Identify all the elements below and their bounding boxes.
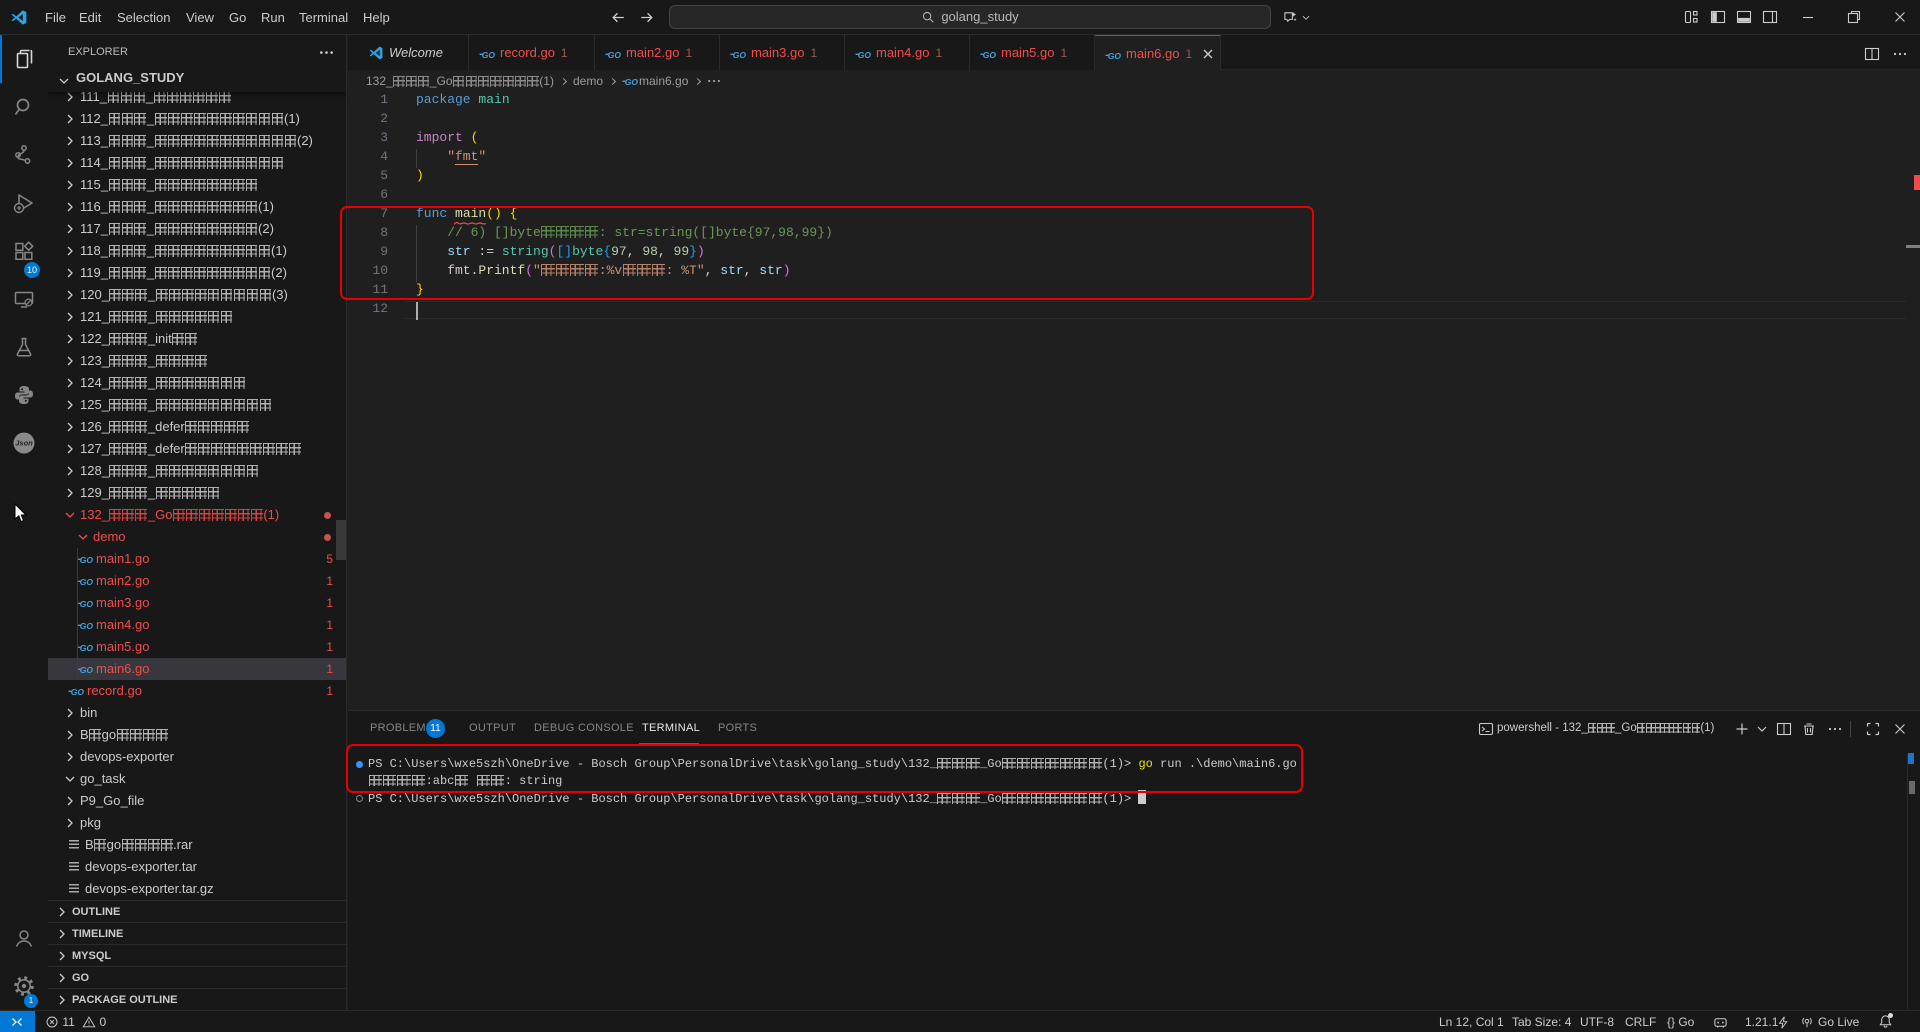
svg-text:GO: GO [80, 621, 93, 631]
svg-text:GO: GO [80, 577, 93, 587]
svg-text:GO: GO [1108, 51, 1121, 61]
svg-text:GO: GO [625, 77, 638, 87]
svg-text:GO: GO [733, 50, 746, 60]
svg-text:GO: GO [80, 665, 93, 675]
svg-text:GO: GO [608, 50, 621, 60]
svg-text:GO: GO [482, 50, 495, 60]
svg-text:GO: GO [80, 599, 93, 609]
svg-text:GO: GO [71, 687, 84, 697]
svg-text:GO: GO [80, 555, 93, 565]
svg-text:GO: GO [858, 50, 871, 60]
svg-text:Json: Json [15, 439, 33, 448]
svg-text:GO: GO [80, 643, 93, 653]
svg-text:GO: GO [983, 50, 996, 60]
